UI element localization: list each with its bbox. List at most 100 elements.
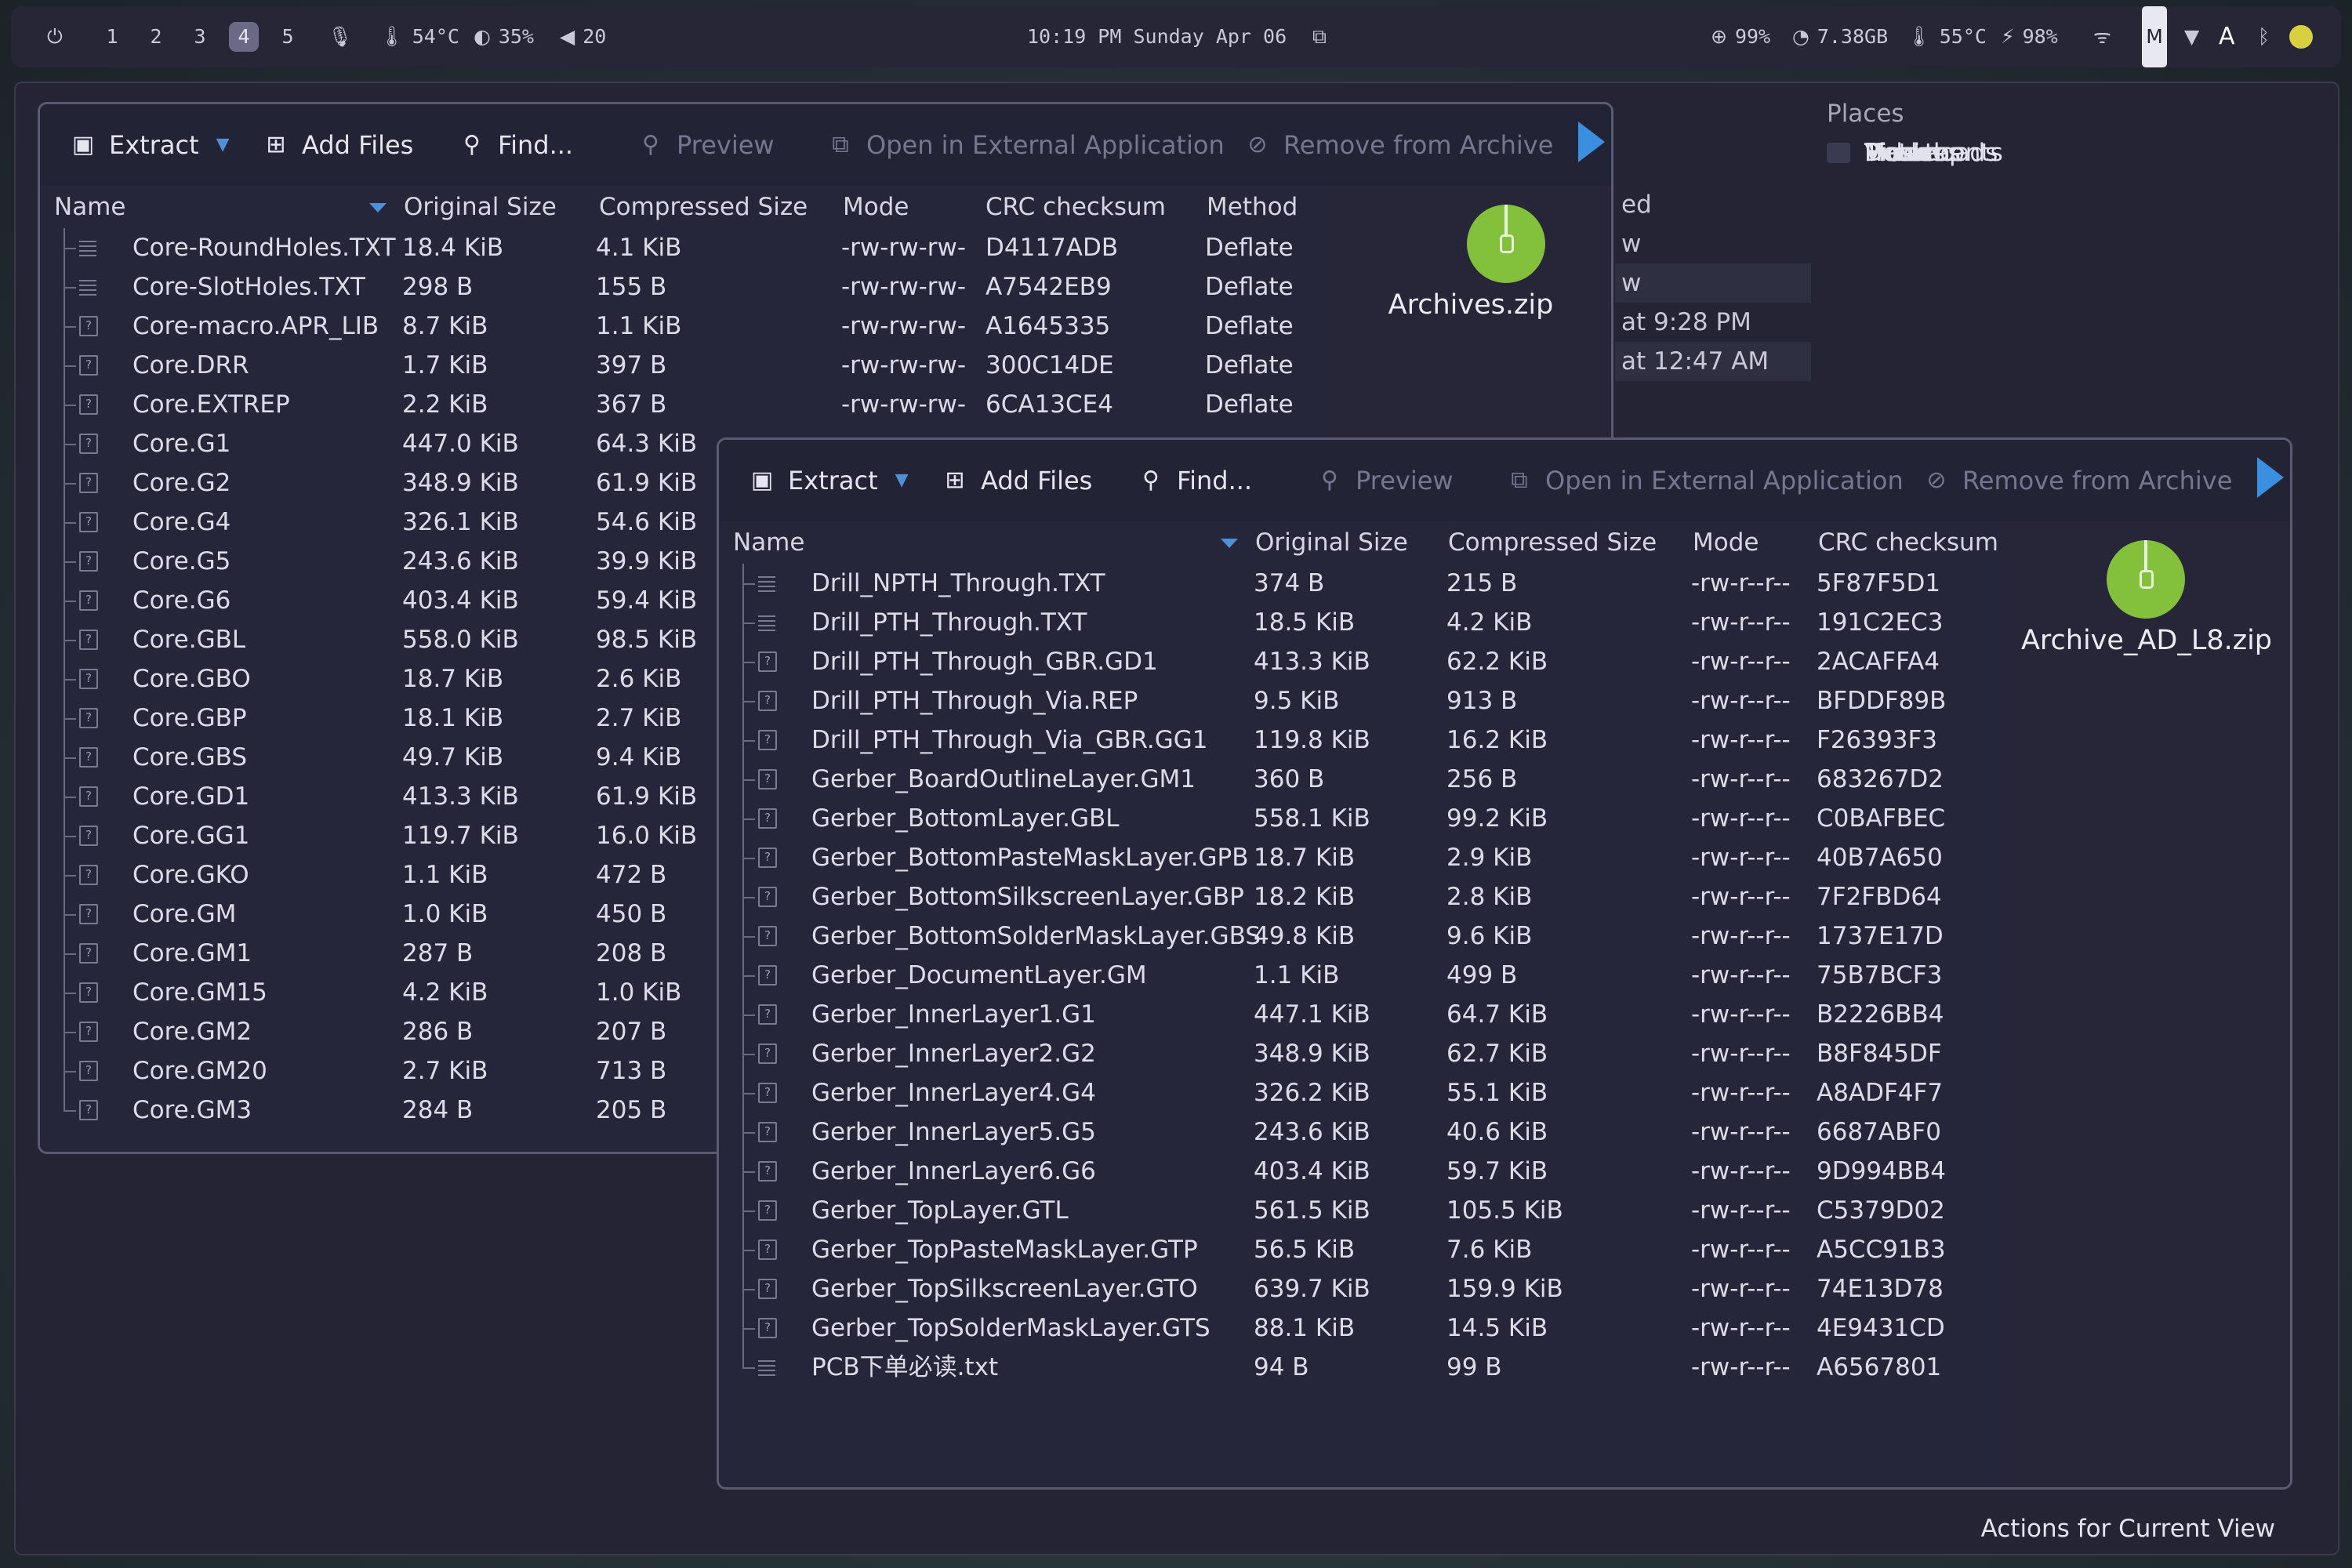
extract-button[interactable]: ▣ Extract ▼ [71,104,230,186]
table-row[interactable]: Drill_PTH_Through.TXT 18.5 KiB 4.2 KiB -rw-… [719,603,2002,642]
table-row[interactable]: Drill_NPTH_Through.TXT 374 B 215 B -rw-r--r… [719,564,2002,603]
remove-from-archive-button[interactable]: ⊘ Remove from Archive [1925,440,2232,521]
add-files-button[interactable]: ⊞ Add Files [943,440,1092,521]
list-item[interactable]: at 12:47 AM [1615,342,1811,381]
table-row[interactable]: ? Gerber_BottomSolderMaskLayer.GBS 49.8 Ki… [719,916,2002,956]
compressed-size: 61.9 KiB [596,469,698,497]
table-row[interactable]: ? Drill_PTH_Through_GBR.GD1 413.3 KiB 62.2 … [719,642,2002,681]
table-row[interactable]: ? Gerber_TopSilkscreenLayer.GTO 639.7 KiB 1… [719,1269,2002,1308]
list-item[interactable]: w [1615,224,1811,263]
column-header-crc-checksum[interactable]: CRC checksum [985,186,1166,228]
sort-descending-icon[interactable] [1221,539,1238,548]
table-row[interactable]: ? Gerber_DocumentLayer.GM 1.1 KiB 499 B -rw-… [719,956,2002,995]
crc-checksum: D4117ADB [985,234,1119,262]
table-row[interactable]: PCB下单必读.txt 94 B 99 B -rw-r--r-- A6567801 [719,1348,2002,1387]
compressed-size: 450 B [596,900,667,928]
file-mode: -rw-r--r-- [1691,1314,1791,1342]
table-row[interactable]: ? Gerber_InnerLayer5.G5 243.6 KiB 40.6 KiB -… [719,1112,2002,1152]
microphone-icon[interactable]: 🎙 [328,6,353,67]
column-header-mode[interactable]: Mode [1693,521,1759,564]
table-row[interactable]: ? Gerber_InnerLayer6.G6 403.4 KiB 59.7 KiB -… [719,1152,2002,1191]
column-header-name[interactable]: Name [54,186,125,228]
tree-branch [64,1032,76,1033]
column-header-mode[interactable]: Mode [843,186,909,228]
table-row[interactable]: ? Gerber_InnerLayer4.G4 326.2 KiB 55.1 KiB -… [719,1073,2002,1112]
table-row[interactable]: ? Gerber_TopLayer.GTL 561.5 KiB 105.5 KiB -r… [719,1191,2002,1230]
workspace-1[interactable]: 1 [97,22,127,52]
table-row[interactable]: Core-RoundHoles.TXT 18.4 KiB 4.1 KiB -rw-rw… [40,228,1326,267]
volume[interactable]: ◀ 20 [560,6,606,67]
table-row[interactable]: ? Gerber_InnerLayer1.G1 447.1 KiB 64.7 KiB -… [719,995,2002,1034]
file-mode: -rw-r--r-- [1691,922,1791,950]
table-row[interactable]: ? Gerber_BoardOutlineLayer.GM1 360 B 256 B -… [719,760,2002,799]
remove-from-archive-button[interactable]: ⊘ Remove from Archive [1246,104,1553,186]
open-external-button[interactable]: ⧉ Open in External Application [1508,440,1903,521]
sort-descending-icon[interactable] [369,203,387,212]
font-icon[interactable]: A [2219,6,2235,67]
mail-icon[interactable]: M [2142,6,2167,67]
clipboard-icon[interactable]: ⧉ [1312,6,1327,67]
table-row[interactable]: Core-SlotHoles.TXT 298 B 155 B -rw-rw-rw- A7… [40,267,1326,307]
network-icon[interactable]: ▼ [2184,6,2199,67]
column-header-compressed-size[interactable]: Compressed Size [1448,521,1657,564]
place-item-trash[interactable]: Trash [1811,133,1929,172]
table-row[interactable]: ? Gerber_TopSolderMaskLayer.GTS 88.1 KiB 14… [719,1308,2002,1348]
file-name: Gerber_InnerLayer6.G6 [811,1157,1096,1185]
toolbar-overflow-arrow-icon[interactable] [2257,457,2284,498]
table-row[interactable]: ? Drill_PTH_Through_Via.REP 9.5 KiB 913 B -r… [719,681,2002,720]
actions-for-current-view[interactable]: Actions for Current View [1981,1515,2275,1543]
list-item[interactable]: ed [1615,185,1811,224]
table-row[interactable]: ? Gerber_BottomLayer.GBL 558.1 KiB 99.2 KiB… [719,799,2002,838]
column-header-original-size[interactable]: Original Size [1255,521,1408,564]
column-header-original-size[interactable]: Original Size [404,186,557,228]
table-row[interactable]: ? Gerber_BottomPasteMaskLayer.GPB 18.7 KiB… [719,838,2002,877]
tree-branch [742,858,755,859]
places-panel: Places Home Desktop Documents Downloads Musi… [1811,94,2313,167]
column-header-compressed-size[interactable]: Compressed Size [599,186,808,228]
file-mode: -rw-r--r-- [1691,648,1791,676]
column-header-crc-checksum[interactable]: CRC checksum [1818,521,1998,564]
status-indicator-icon[interactable] [2289,6,2313,67]
file-name: Core.GM15 [132,978,267,1007]
original-size: 243.6 KiB [402,547,519,575]
file-name: Gerber_BottomSilkscreenLayer.GBP [811,883,1244,911]
text-file-icon [758,612,777,633]
table-row[interactable]: ? Core.DRR 1.7 KiB 397 B -rw-rw-rw- 300C14DE D… [40,346,1326,385]
table-row[interactable]: ? Gerber_InnerLayer2.G2 348.9 KiB 62.7 KiB -… [719,1034,2002,1073]
unknown-file-icon: ? [758,808,777,829]
column-header-method[interactable]: Method [1207,186,1298,228]
find-button[interactable]: ⚲ Find... [460,104,573,186]
original-size: 49.7 KiB [402,743,504,771]
unknown-file-icon: ? [79,943,98,964]
clock[interactable]: 10:19 PM Sunday Apr 06 [1027,6,1287,67]
table-row[interactable]: ? Gerber_BottomSilkscreenLayer.GBP 18.2 Ki… [719,877,2002,916]
workspace-3[interactable]: 3 [185,22,215,52]
list-item[interactable]: at 9:28 PM [1615,303,1811,342]
compressed-size: 64.7 KiB [1446,1000,1548,1029]
brightness[interactable]: ◐ 35% [474,6,534,67]
column-header-name[interactable]: Name [733,521,804,564]
table-row[interactable]: ? Drill_PTH_Through_Via_GBR.GG1 119.8 KiB 1… [719,720,2002,760]
preview-button[interactable]: ⚲ Preview [1318,440,1454,521]
table-row[interactable]: ? Gerber_TopPasteMaskLayer.GTP 56.5 KiB 7.6… [719,1230,2002,1269]
list-item[interactable]: w [1615,263,1811,303]
find-button[interactable]: ⚲ Find... [1139,440,1252,521]
bluetooth-icon[interactable]: ᛒ [2258,6,2270,67]
workspace-2[interactable]: 2 [141,22,171,52]
toolbar-overflow-arrow-icon[interactable] [1578,122,1605,162]
add-files-button[interactable]: ⊞ Add Files [264,104,413,186]
workspace-5[interactable]: 5 [273,22,303,52]
table-row[interactable]: ? Core.EXTREP 2.2 KiB 367 B -rw-rw-rw- 6CA13C… [40,385,1326,424]
wifi-icon[interactable]: ᯤ [2093,6,2111,67]
extract-button[interactable]: ▣ Extract ▼ [750,440,909,521]
file-mode: -rw-r--r-- [1691,765,1791,793]
original-size: 4.2 KiB [402,978,488,1007]
preview-button[interactable]: ⚲ Preview [639,104,775,186]
workspace-4[interactable]: 4 [229,22,259,52]
table-row[interactable]: ? Core-macro.APR_LIB 8.7 KiB 1.1 KiB -rw-rw-… [40,307,1326,346]
unknown-file-icon: ? [79,1100,98,1120]
compressed-size: 159.9 KiB [1446,1275,1563,1303]
compression-method: Deflate [1205,312,1294,340]
open-external-button[interactable]: ⧉ Open in External Application [829,104,1224,186]
power-icon[interactable]: ⏻ [47,6,63,67]
